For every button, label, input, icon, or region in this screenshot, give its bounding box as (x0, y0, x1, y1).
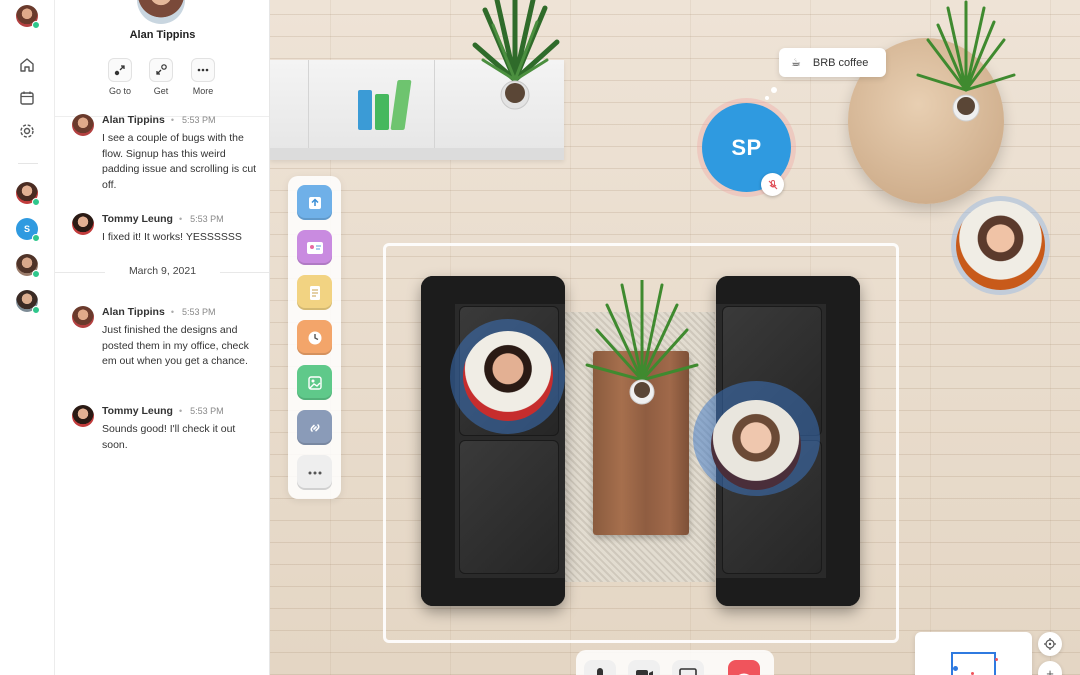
message-bullet: • (170, 115, 174, 125)
tools-dock (288, 176, 341, 499)
message-avatar (72, 213, 94, 235)
more-tools-icon (308, 471, 321, 474)
hang-up-icon (738, 673, 750, 675)
thought-dot (771, 87, 777, 93)
status-bubble: ☕ BRB coffee (779, 48, 886, 77)
person-avatar[interactable] (16, 254, 40, 278)
sp-initials: SP (731, 134, 762, 160)
person-initial: S (23, 224, 30, 234)
person-avatar[interactable] (16, 290, 40, 314)
presence-dot (32, 234, 40, 242)
timer-icon (308, 331, 321, 344)
more-icon (197, 68, 209, 72)
person-avatar[interactable]: S (16, 218, 40, 242)
message-author: Tommy Leung (102, 405, 173, 417)
get-label: Get (153, 86, 169, 96)
message-author: Tommy Leung (102, 213, 173, 225)
room-canvas[interactable]: ☕ BRB coffee SP + (270, 0, 1080, 675)
presence-dot (32, 306, 40, 314)
profile-actions: Go to Get More (55, 58, 269, 100)
person-avatar[interactable] (16, 182, 40, 206)
mic-icon (597, 668, 603, 675)
binder (358, 90, 372, 130)
profile-avatar (137, 0, 185, 24)
more-tools[interactable] (297, 455, 332, 490)
message-text: I see a couple of bugs with the flow. Si… (102, 132, 257, 192)
coffee-cup-icon: ☕ (791, 57, 801, 69)
my-avatar[interactable] (16, 5, 40, 29)
hang-up-button[interactable] (728, 660, 760, 675)
message-bullet: • (178, 214, 183, 224)
get-icon (156, 64, 167, 75)
whiteboard-tool[interactable] (297, 230, 332, 265)
date-separator: March 9, 2021 (55, 265, 269, 277)
image-tool[interactable] (297, 365, 332, 400)
go-to-label: Go to (108, 86, 131, 96)
screen-share-button[interactable] (672, 660, 704, 675)
message-text: Sounds good! I'll check it out soon. (102, 423, 236, 451)
message-author: Alan Tippins (102, 306, 165, 318)
calendar-icon[interactable] (18, 89, 36, 107)
get-button[interactable]: Get (141, 58, 181, 96)
home-icon[interactable] (18, 56, 36, 74)
presence-dot (32, 21, 40, 29)
camera-button[interactable] (628, 660, 660, 675)
more-button[interactable]: More (183, 58, 223, 96)
participant-video[interactable] (956, 201, 1045, 290)
message-avatar (72, 306, 94, 328)
upload-tool[interactable] (297, 185, 332, 220)
link-icon (310, 423, 319, 432)
profile-name: Alan Tippins (129, 29, 196, 41)
zoom-in-button[interactable]: + (1038, 661, 1062, 675)
message-text: I fixed it! It works! YESSSSSS (102, 231, 242, 243)
plant-top (472, 0, 560, 110)
go-to-icon (114, 65, 125, 76)
minimap-dot (953, 666, 958, 671)
message-bullet: • (178, 406, 183, 416)
recenter-button[interactable] (1038, 632, 1062, 656)
plus-icon: + (1046, 665, 1054, 675)
muted-badge (761, 173, 784, 196)
binder (390, 80, 412, 130)
link-tool[interactable] (297, 410, 332, 445)
call-controls (576, 650, 774, 675)
mic-muted-icon (768, 179, 777, 189)
presence-dot (32, 270, 40, 278)
participant-video[interactable] (711, 400, 801, 490)
message-avatar (72, 405, 94, 427)
note-tool[interactable] (297, 275, 332, 310)
screen-share-icon (679, 668, 697, 675)
status-text: BRB coffee (812, 56, 869, 69)
go-to-button[interactable]: Go to (100, 58, 140, 96)
message-time: 5:53 PM (190, 214, 224, 224)
plant-round-table (916, 0, 1016, 122)
mic-button[interactable] (584, 660, 616, 675)
message-time: 5:53 PM (181, 307, 216, 317)
binder (375, 94, 389, 130)
crosshair-icon (1044, 638, 1056, 650)
participant-video[interactable] (463, 331, 553, 421)
message-bullet: • (170, 307, 174, 317)
image-icon (307, 375, 322, 390)
minimap[interactable] (915, 632, 1032, 675)
more-label: More (192, 86, 214, 96)
message-avatar (72, 114, 94, 136)
gear-icon[interactable] (18, 122, 36, 140)
message-author: Alan Tippins (102, 114, 165, 126)
camera-icon (636, 670, 653, 675)
whiteboard-icon (306, 241, 323, 254)
message-time: 5:53 PM (181, 115, 216, 125)
note-icon (309, 285, 320, 300)
chat-panel: Alan Tippins Go to Get More Alan Tippins… (55, 0, 270, 675)
minimap-dot (995, 658, 998, 661)
message-text: Just finished the designs and posted the… (102, 324, 249, 368)
upload-icon (308, 196, 321, 209)
presence-dot (32, 198, 40, 206)
message-time: 5:53 PM (190, 406, 224, 416)
timer-tool[interactable] (297, 320, 332, 355)
left-rail: S (0, 0, 55, 675)
rail-divider (18, 163, 38, 164)
thought-dot (765, 96, 769, 100)
plant-coffee-table (585, 280, 699, 405)
